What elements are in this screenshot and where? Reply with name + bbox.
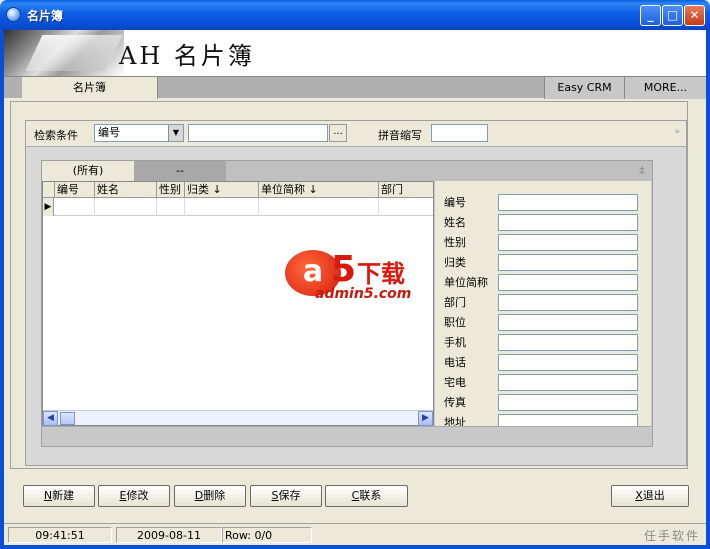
col-header-name[interactable]: 姓名 — [94, 182, 156, 198]
table-cell — [94, 198, 95, 216]
minimize-button[interactable]: _ — [640, 5, 661, 26]
search-bar: 检索条件 编号 ▼ ... 拼音缩写 » — [26, 121, 686, 147]
new-button[interactable]: N新建 — [23, 485, 95, 507]
link-more[interactable]: MORE... — [624, 77, 706, 99]
status-bar: 09:41:51 2009-08-11 Row: 0/0 任手软件 — [4, 523, 706, 545]
horizontal-scrollbar[interactable]: ◀ ▶ — [43, 410, 433, 426]
tab-other[interactable]: -- — [134, 161, 226, 181]
field-input-address[interactable] — [498, 414, 638, 426]
col-header-gender[interactable]: 性别 — [156, 182, 184, 198]
row-indicator-icon: ▶ — [43, 198, 54, 216]
pin-icon[interactable]: ‡ — [634, 161, 650, 181]
banner-graphic — [4, 30, 124, 76]
field-label-phone: 电话 — [444, 356, 466, 369]
status-rows: Row: 0/0 — [222, 527, 312, 543]
field-label-id: 编号 — [444, 196, 466, 209]
status-date: 2009-08-11 — [116, 527, 222, 543]
field-input-company[interactable] — [498, 274, 638, 291]
col-header-category[interactable]: 归类 ↓ — [184, 182, 258, 198]
banner-title: AH 名片簿 — [119, 42, 255, 70]
watermark-text: 下载 — [357, 260, 405, 288]
field-label-home-phone: 宅电 — [444, 376, 466, 389]
table-cell — [156, 198, 157, 216]
scroll-right-icon[interactable]: ▶ — [418, 411, 433, 426]
field-input-id[interactable] — [498, 194, 638, 211]
delete-button[interactable]: D删除 — [174, 485, 246, 507]
grid-header: 编号 姓名 性别 归类 ↓ 单位简称 ↓ 部门 — [43, 182, 433, 198]
search-field-value: 编号 — [98, 126, 120, 139]
browse-button[interactable]: ... — [329, 124, 347, 142]
field-input-mobile[interactable] — [498, 334, 638, 351]
pinyin-label: 拼音缩写 — [378, 129, 422, 142]
field-input-phone[interactable] — [498, 354, 638, 371]
brand-label: 任手软件 — [643, 529, 700, 543]
window-frame-bottom — [0, 545, 710, 549]
header-banner: AH 名片簿 — [4, 30, 706, 76]
maximize-button[interactable]: □ — [662, 5, 683, 26]
link-easy-crm[interactable]: Easy CRM — [544, 77, 624, 99]
tab-all[interactable]: (所有) — [42, 161, 134, 181]
search-keyword-input[interactable] — [188, 124, 328, 142]
save-button[interactable]: S保存 — [250, 485, 322, 507]
table-cell — [378, 198, 379, 216]
field-input-name[interactable] — [498, 214, 638, 231]
tab-namecard[interactable]: 名片簿 — [22, 77, 158, 99]
field-input-home-phone[interactable] — [498, 374, 638, 391]
field-input-category[interactable] — [498, 254, 638, 271]
field-input-dept[interactable] — [498, 294, 638, 311]
field-label-mobile: 手机 — [444, 336, 466, 349]
watermark-logo: a 5 下载 admin5.com — [285, 250, 445, 310]
edit-button[interactable]: E修改 — [98, 485, 170, 507]
table-row[interactable]: ▶ — [43, 198, 433, 216]
watermark-url: admin5.com — [315, 286, 412, 302]
watermark-digit: 5 — [331, 249, 357, 290]
window-frame-right — [706, 30, 710, 549]
grid-footer — [42, 426, 652, 446]
contact-button[interactable]: C联系 — [325, 485, 408, 507]
module-tabstrip: 名片簿 Easy CRM MORE... — [4, 76, 706, 99]
scroll-left-icon[interactable]: ◀ — [43, 411, 58, 426]
scroll-thumb[interactable] — [60, 412, 75, 425]
window-frame-left — [0, 30, 4, 549]
detail-form: 编号 姓名 性别 归类 单位简称 部门 职位 手机 电话 宅电 传真 地址 — [435, 181, 651, 426]
field-input-gender[interactable] — [498, 234, 638, 251]
field-input-fax[interactable] — [498, 394, 638, 411]
search-field-select[interactable]: 编号 ▼ — [94, 124, 184, 142]
app-icon[interactable] — [6, 7, 21, 22]
col-header-id[interactable]: 编号 — [54, 182, 94, 198]
field-label-dept: 部门 — [444, 296, 466, 309]
category-tabs: (所有) -- ‡ — [42, 161, 652, 181]
field-label-address: 地址 — [444, 416, 466, 426]
status-time: 09:41:51 — [8, 527, 112, 543]
field-label-position: 职位 — [444, 316, 466, 329]
field-label-category: 归类 — [444, 256, 466, 269]
field-label-company: 单位简称 — [444, 276, 488, 289]
table-cell — [184, 198, 185, 216]
exit-button[interactable]: X退出 — [611, 485, 689, 507]
window-title: 名片簿 — [27, 9, 64, 23]
field-input-position[interactable] — [498, 314, 638, 331]
field-label-gender: 性别 — [444, 236, 466, 249]
table-cell — [258, 198, 259, 216]
title-bar[interactable]: 名片簿 _ □ ✕ — [0, 0, 710, 30]
pinyin-input[interactable] — [431, 124, 488, 142]
field-label-fax: 传真 — [444, 396, 466, 409]
col-header-dept[interactable]: 部门 — [378, 182, 433, 198]
search-condition-label: 检索条件 — [34, 129, 78, 142]
collapse-icon[interactable]: » — [674, 127, 680, 137]
chevron-down-icon[interactable]: ▼ — [168, 125, 183, 141]
col-header-company[interactable]: 单位简称 ↓ — [258, 182, 378, 198]
close-button[interactable]: ✕ — [684, 5, 705, 26]
field-label-name: 姓名 — [444, 216, 466, 229]
